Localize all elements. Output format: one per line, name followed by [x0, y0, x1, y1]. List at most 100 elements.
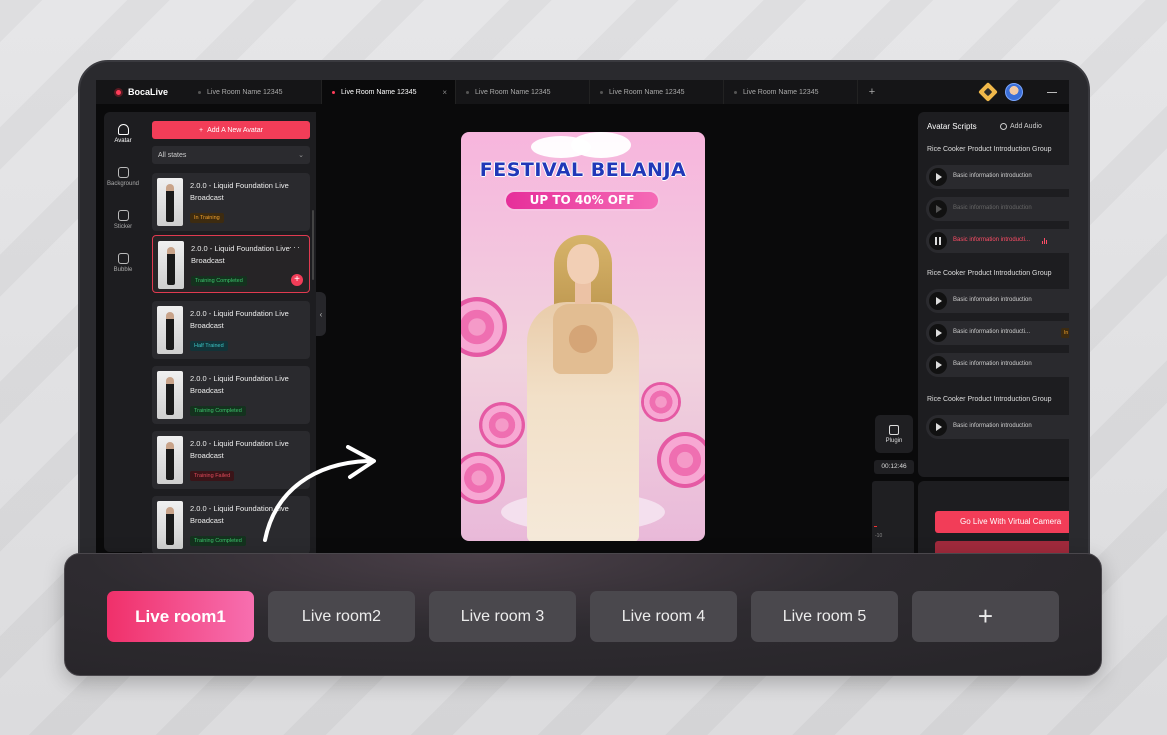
plugin-icon — [889, 424, 899, 435]
script-row[interactable]: Basic information introducti... — [926, 229, 1069, 253]
status-badge: Training Completed — [190, 406, 246, 416]
rail-label: Bubble — [113, 266, 133, 273]
go-live-panel: Go Live With Virtual Camera — [918, 481, 1069, 560]
add-tab-button[interactable]: + — [858, 86, 886, 98]
rose-decoration — [461, 297, 507, 357]
left-rail: Avatar Background Sticker Bubble — [104, 112, 142, 552]
play-icon[interactable] — [929, 168, 947, 186]
vip-icon[interactable] — [978, 82, 998, 102]
status-badge: In — [1061, 328, 1069, 338]
script-row[interactable]: Basic information introduction — [926, 197, 1069, 221]
avatar-scripts-panel: Avatar Scripts Add Audio Rice Cooker Pro… — [918, 112, 1069, 477]
tab-label: Live Room Name 12345 — [475, 88, 551, 96]
avatar-thumbnail — [157, 371, 183, 419]
rail-label: Background — [106, 180, 140, 187]
script-label: Basic information introducti... — [953, 237, 1031, 243]
rail-label: Avatar — [114, 137, 132, 144]
room-button-1[interactable]: Live room1 — [107, 591, 254, 642]
tab-live-room-5[interactable]: Live Room Name 12345 — [724, 80, 858, 104]
room-button-3[interactable]: Live room 3 — [429, 591, 576, 642]
tab-dot-icon — [734, 90, 737, 94]
cloud-decoration — [571, 132, 631, 158]
tab-label: Live Room Name 12345 — [341, 88, 417, 96]
scrollbar[interactable] — [312, 210, 314, 280]
play-icon[interactable] — [929, 418, 947, 436]
plus-icon: + — [198, 126, 204, 134]
meter-peak-mark — [874, 526, 877, 527]
add-to-scene-button[interactable]: + — [291, 274, 303, 286]
go-live-button[interactable]: Go Live With Virtual Camera — [935, 511, 1069, 533]
tab-dot-icon — [466, 90, 469, 94]
pause-icon[interactable] — [929, 232, 947, 250]
rose-decoration — [479, 402, 525, 448]
title-bar-actions — [978, 82, 1069, 102]
script-label: Basic information introduction — [953, 205, 1032, 211]
avatar-neck — [575, 282, 591, 304]
chevron-down-icon: ⌄ — [298, 152, 304, 159]
rail-item-sticker[interactable]: Sticker — [104, 198, 142, 241]
room-button-5[interactable]: Live room 5 — [751, 591, 898, 642]
brand-name: BocaLive — [128, 87, 169, 97]
background-icon — [117, 166, 129, 178]
rail-item-avatar[interactable]: Avatar — [104, 112, 142, 155]
state-filter-select[interactable]: All states ⌄ — [152, 146, 310, 164]
script-group-title: Rice Cooker Product Introduction Group — [927, 146, 1052, 153]
rail-item-bubble[interactable]: Bubble — [104, 241, 142, 284]
script-label: Basic information introduction — [953, 297, 1032, 303]
script-row[interactable]: Basic information introducti... In — [926, 321, 1069, 345]
script-label: Basic information introduction — [953, 361, 1032, 367]
avatar-card-title: 2.0.0 - Liquid Foundation Live Broadcast — [190, 181, 289, 202]
title-bar: BocaLive Live Room Name 12345 Live Room … — [96, 80, 1069, 104]
tab-live-room-4[interactable]: Live Room Name 12345 — [590, 80, 724, 104]
script-row[interactable]: Basic information introduction — [926, 415, 1069, 439]
tab-label: Live Room Name 12345 — [743, 88, 819, 96]
close-tab-icon[interactable]: × — [442, 88, 447, 97]
play-icon[interactable] — [929, 292, 947, 310]
rose-decoration — [641, 382, 681, 422]
avatar-bodice — [553, 304, 613, 374]
user-avatar[interactable] — [1005, 83, 1023, 101]
rose-decoration — [657, 432, 705, 488]
script-row[interactable]: Basic information introduction — [926, 289, 1069, 313]
avatar-card[interactable]: 2.0.0 - Liquid Foundation Live Broadcast… — [152, 235, 310, 293]
room-button-2[interactable]: Live room2 — [268, 591, 415, 642]
live-timer: 00:12:46 — [874, 460, 914, 474]
plugin-button[interactable]: Plugin — [875, 415, 913, 453]
rail-item-background[interactable]: Background — [104, 155, 142, 198]
tab-live-room-1[interactable]: Live Room Name 12345 — [188, 80, 322, 104]
add-avatar-button[interactable]: + Add A New Avatar — [152, 121, 310, 139]
status-badge: Training Completed — [190, 536, 246, 546]
avatar-card-title: 2.0.0 - Liquid Foundation Live Broadcast — [190, 374, 289, 395]
bubble-icon — [117, 252, 129, 264]
avatar-card[interactable]: 2.0.0 - Liquid Foundation Live Broadcast… — [152, 173, 310, 231]
status-badge: In Training — [190, 213, 224, 223]
add-room-button[interactable]: + — [912, 591, 1059, 642]
sticker-icon — [117, 209, 129, 221]
avatar-card[interactable]: 2.0.0 - Liquid Foundation Live Broadcast… — [152, 366, 310, 424]
rose-decoration — [461, 452, 505, 504]
script-label: Basic information introduction — [953, 173, 1032, 179]
avatar-card-title: 2.0.0 - Liquid Foundation Live Broadcast — [190, 309, 289, 330]
preview-badge: UP TO 40% OFF — [504, 190, 660, 211]
rail-label: Sticker — [113, 223, 133, 230]
avatar-thumbnail — [158, 241, 184, 289]
tab-live-room-3[interactable]: Live Room Name 12345 — [456, 80, 590, 104]
room-button-4[interactable]: Live room 4 — [590, 591, 737, 642]
play-icon[interactable] — [929, 200, 947, 218]
collapse-panel-button[interactable]: ‹ — [316, 292, 326, 336]
more-icon[interactable]: ··· — [289, 242, 301, 252]
script-row[interactable]: Basic information introduction — [926, 165, 1069, 189]
tab-label: Live Room Name 12345 — [207, 88, 283, 96]
play-icon[interactable] — [929, 356, 947, 374]
add-audio-button[interactable]: Add Audio — [1000, 123, 1042, 130]
avatar-thumbnail — [157, 178, 183, 226]
script-row[interactable]: Basic information introduction — [926, 353, 1069, 377]
script-group-title: Rice Cooker Product Introduction Group — [927, 396, 1052, 403]
avatar-card[interactable]: 2.0.0 - Liquid Foundation Live Broadcast… — [152, 301, 310, 359]
tab-live-room-2[interactable]: Live Room Name 12345 × — [322, 80, 456, 104]
minimize-icon[interactable] — [1047, 91, 1057, 93]
play-icon[interactable] — [929, 324, 947, 342]
tab-dot-icon — [332, 90, 335, 94]
avatar-thumbnail — [157, 306, 183, 354]
preview-title: FESTIVAL BELANJA — [479, 159, 687, 181]
